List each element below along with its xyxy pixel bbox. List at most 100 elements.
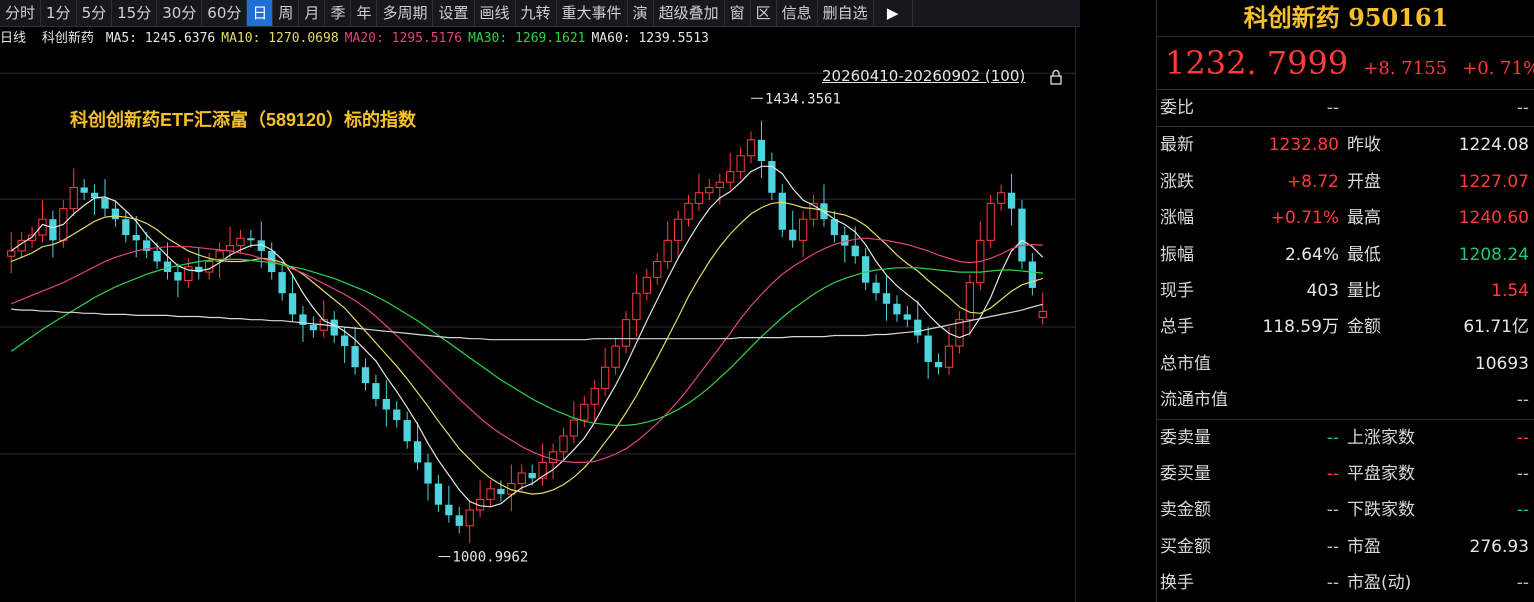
toolbar-tab-17[interactable]: 超级叠加	[654, 0, 725, 26]
quote2-label2-3: 市盈	[1347, 536, 1381, 557]
candle-body-23	[247, 238, 255, 241]
toolbar-tab-15[interactable]: 重大事件	[557, 0, 628, 26]
ma-legend-2: MA20: 1295.5176	[344, 31, 463, 46]
ma-legend-4: MA60: 1239.5513	[591, 31, 709, 46]
lock-icon[interactable]	[1049, 69, 1063, 85]
y-tick-label-1: 1339	[1079, 193, 1080, 208]
quote-price-row: 1232. 7999 +8. 7155 +0. 71%	[1157, 37, 1534, 90]
candle-body-10	[111, 208, 120, 220]
candle-body-0	[7, 250, 16, 257]
candle-body-75	[789, 229, 797, 241]
candle-body-41	[434, 483, 443, 505]
y-tick-label-3: 1098	[1079, 448, 1080, 463]
quote-value2-3: 1208.24	[1458, 244, 1529, 265]
quote-value2-7: --	[1516, 390, 1529, 411]
candle-body-57	[601, 366, 610, 389]
quote-label-0: 最新	[1160, 135, 1194, 156]
toolbar-tab-3[interactable]: 15分	[112, 0, 158, 26]
candle-body-16	[174, 272, 182, 281]
candle-body-59	[621, 319, 631, 347]
candle-body-79	[830, 219, 839, 236]
ma-legend-bar: 日线 科创新药 MA5: 1245.6376 MA10: 1270.0698 MA2…	[0, 28, 715, 50]
ma-legend-0: MA5: 1245.6376	[105, 31, 216, 46]
toolbar-tab-13[interactable]: 画线	[475, 0, 516, 26]
ma-line-ma10	[10, 201, 1043, 495]
candle-body-9	[101, 198, 109, 209]
quote2-value-2: --	[1326, 500, 1339, 521]
quote-label2-5: 金额	[1347, 317, 1381, 338]
candle-body-66	[694, 192, 704, 204]
toolbar-tab-5[interactable]: 60分	[202, 0, 248, 26]
candle-body-72	[757, 139, 766, 162]
candle-body-12	[132, 235, 140, 241]
candle-body-29	[309, 324, 318, 331]
candle-body-74	[778, 192, 786, 230]
candle-body-87	[914, 319, 922, 336]
candle-body-31	[330, 319, 338, 336]
kline-chart[interactable]: 1458 1339 1218 1098 1434.3561 1000.9962	[0, 50, 1080, 602]
toolbar-tab-10[interactable]: 年	[351, 0, 378, 26]
candle-body-63	[663, 239, 672, 262]
candle-body-26	[278, 272, 286, 294]
toolbar-tab-9[interactable]: 季	[325, 0, 352, 26]
toolbar-tab-12[interactable]: 设置	[433, 0, 475, 26]
candle-body-88	[924, 335, 932, 362]
toolbar-tab-20[interactable]: 信息	[777, 0, 818, 26]
quote-label-6: 总市值	[1160, 353, 1211, 374]
candle-body-46	[486, 488, 495, 500]
quote2-value2-4: --	[1516, 573, 1529, 594]
candle-body-35	[372, 383, 380, 399]
weibi-row: 委比 -- --	[1157, 90, 1534, 128]
toolbar-tab-1[interactable]: 1分	[41, 0, 77, 26]
candle-body-81	[851, 245, 859, 257]
y-tick-label-0: 1458	[1079, 67, 1080, 82]
quote-row-4: 现手 403 量比 1.54	[1157, 273, 1534, 309]
toolbar-tab-8[interactable]: 月	[299, 0, 326, 26]
quote2-label2-2: 下跌家数	[1347, 500, 1415, 521]
date-range-link[interactable]: 20260410-20260902 (100)	[822, 67, 1025, 85]
toolbar-tab-19[interactable]: 区	[751, 0, 777, 26]
quote-rows-2: 委卖量 -- 上涨家数 -- 委买量 -- 平盘家数 -- 卖金额 -- 下跌家数 -- 买金额 -- 市盈…	[1157, 420, 1534, 602]
candle-body-67	[705, 186, 714, 194]
toolbar-tab-7[interactable]: 周	[273, 0, 300, 26]
quote-title: 科创新药 950161	[1157, 0, 1534, 37]
candle-body-52	[548, 451, 558, 463]
ma-line-ma60	[11, 303, 1043, 341]
quote2-label-2: 卖金额	[1160, 500, 1211, 521]
price-change-pct: +0. 71%	[1462, 58, 1534, 79]
toolbar-tab-21[interactable]: 删自选	[818, 0, 874, 26]
quote2-label2-4: 市盈(动)	[1347, 573, 1412, 594]
candle-body-7	[80, 187, 88, 193]
toolbar-tab-11[interactable]: 多周期	[377, 0, 434, 26]
toolbar-tab-18[interactable]: 窗	[725, 0, 751, 26]
candle-body-38	[403, 420, 411, 442]
candle-body-56	[590, 387, 599, 405]
candle-body-97	[1018, 208, 1026, 262]
candle-body-34	[361, 367, 370, 384]
toolbar-tab-0[interactable]: 分时	[0, 0, 42, 26]
toolbar-tab-4[interactable]: 30分	[157, 0, 203, 26]
toolbar-tab-6[interactable]: 日	[247, 0, 274, 26]
toolbar-tab-2[interactable]: 5分	[77, 0, 113, 26]
candle-body-39	[413, 441, 422, 463]
index-name: 科创新药	[41, 31, 94, 46]
toolbar-tab-14[interactable]: 九转	[516, 0, 557, 26]
quote2-value-1: --	[1326, 463, 1339, 484]
chart-annotation: 科创创新药ETF汇添富（589120）标的指数	[70, 110, 417, 130]
quote-value2-0: 1224.08	[1458, 135, 1529, 156]
period-label: 日线	[0, 31, 27, 46]
candle-body-49	[517, 472, 526, 485]
panel-toggle-icon[interactable]: ▶	[874, 0, 913, 26]
low-marker-label: 1000.9962	[452, 550, 528, 566]
toolbar-tab-16[interactable]: 演	[628, 0, 654, 26]
candle-body-60	[632, 292, 641, 321]
quote-value-3: 2.64%	[1284, 244, 1339, 265]
quote2-value-0: --	[1326, 427, 1339, 448]
candle-body-83	[872, 282, 880, 294]
candle-body-82	[862, 256, 870, 283]
quote-label-4: 现手	[1160, 280, 1194, 301]
candle-body-64	[673, 218, 683, 241]
quote-row-5: 总手 118.59万 金额 61.71亿	[1157, 309, 1534, 345]
candle-body-33	[351, 346, 359, 368]
quote2-label-4: 换手	[1160, 573, 1194, 594]
